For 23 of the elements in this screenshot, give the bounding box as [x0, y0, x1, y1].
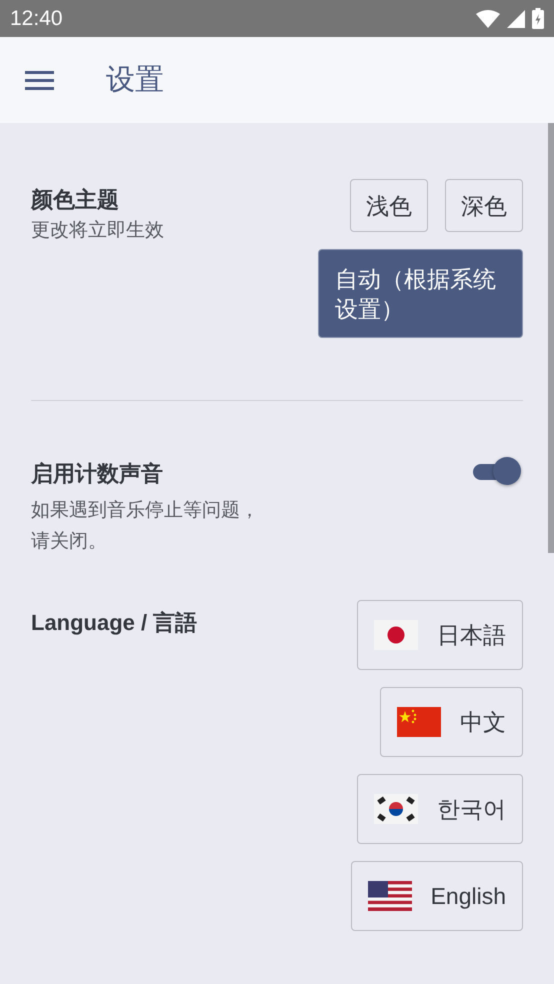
theme-option-button[interactable]: 自动（根据系统设置） [318, 249, 523, 338]
toggle-switch[interactable] [473, 455, 523, 487]
language-button[interactable]: English [350, 861, 523, 931]
language-button[interactable]: 한국어 [357, 774, 523, 844]
theme-option-button[interactable]: 深色 [445, 179, 523, 232]
section-description: 如果遇到音乐停止等问题，请关闭。 [31, 499, 260, 554]
battery-icon [532, 8, 544, 29]
status-time: 12:40 [10, 6, 63, 30]
korea-flag-icon [374, 794, 418, 824]
japan-flag-icon [374, 620, 418, 650]
section-subtitle: 更改将立即生效 [31, 219, 164, 243]
theme-option-button[interactable]: 浅色 [350, 179, 428, 232]
page-title: 设置 [106, 63, 164, 98]
wifi-icon [476, 9, 500, 28]
language-button[interactable]: 日本語 [357, 600, 523, 670]
language-button[interactable]: 中文 [380, 687, 523, 757]
menu-icon[interactable] [25, 70, 54, 90]
section-title: Language / 言語 [31, 609, 198, 637]
china-flag-icon [397, 707, 441, 737]
section-title: 颜色主题 [31, 186, 120, 214]
section-title: 启用计数声音 [31, 460, 164, 488]
usa-flag-icon [368, 881, 412, 911]
signal-icon [507, 10, 525, 28]
